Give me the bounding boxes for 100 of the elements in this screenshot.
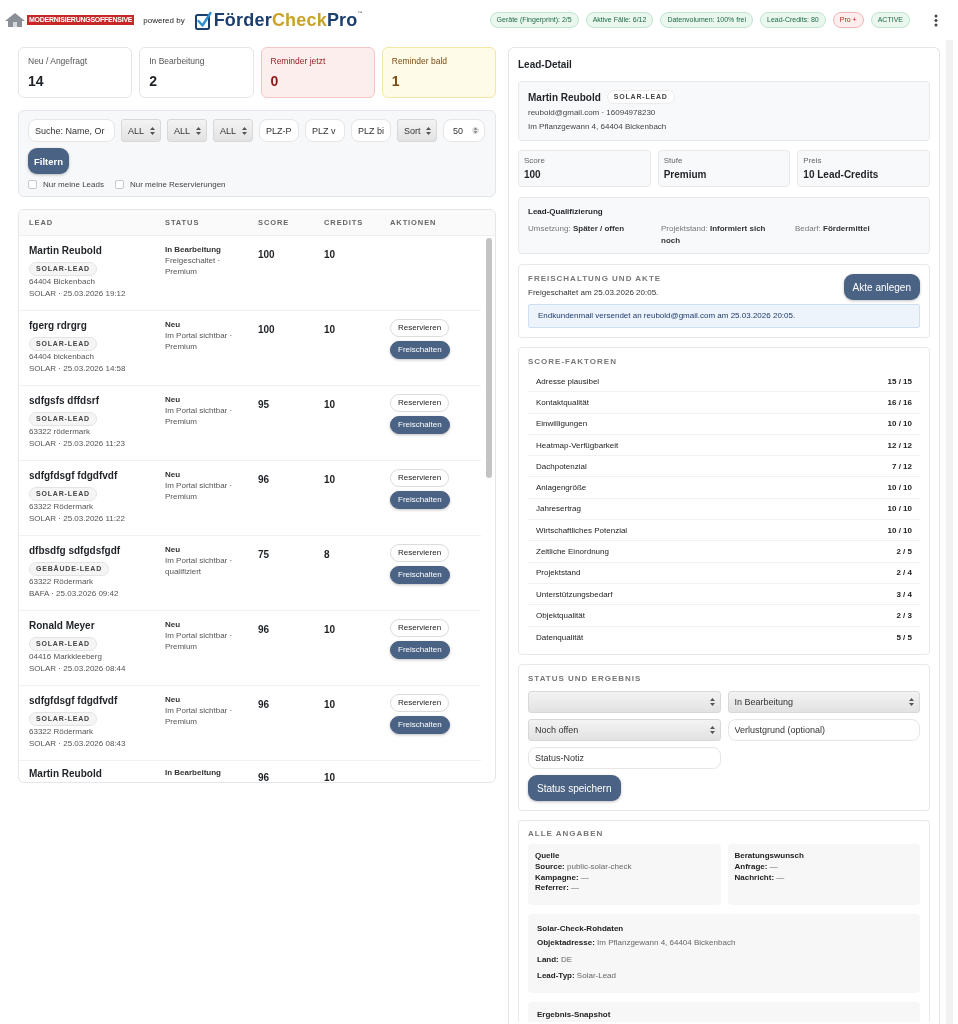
page-size-field[interactable]: 50	[443, 119, 485, 142]
select-arrows-icon	[196, 126, 201, 135]
status-detail: Im Portal sichtbar · Premium	[165, 630, 234, 652]
factor-label: Jahresertrag	[536, 504, 581, 514]
reserve-button[interactable]: Reservieren	[390, 394, 450, 412]
status-select[interactable]: In Bearbeitung	[727, 691, 920, 713]
qualification-item: Bedarf: Fördermittel	[795, 223, 871, 235]
status-detail: Im Portal sichtbar · Premium	[165, 480, 234, 502]
lead-status: In Bearbeitung	[165, 244, 222, 255]
lead-credits: 10	[324, 399, 336, 410]
section-heading: ALLE ANGABEN	[528, 828, 605, 839]
more-menu-icon[interactable]	[934, 13, 938, 27]
filter-select[interactable]: Sort	[397, 119, 437, 142]
metric-value: 100	[524, 168, 542, 182]
factor-label: Datenqualität	[536, 632, 584, 642]
stat-label: In Bearbeitung	[149, 56, 206, 67]
scrollbar-thumb[interactable]	[486, 238, 492, 478]
status-detail: Im Portal sichtbar · Premium	[165, 705, 234, 727]
factor-label: Adresse plausibel	[536, 376, 600, 386]
checkbox-label: Nur meine Leads	[43, 180, 104, 189]
group-title: Quelle	[535, 850, 561, 862]
lead-status: Neu	[165, 394, 182, 405]
reserve-button[interactable]: Reservieren	[390, 544, 450, 562]
select-arrows-icon	[709, 726, 715, 734]
lead-score: 96	[258, 624, 270, 635]
status-detail: Im Portal sichtbar · Premium	[165, 330, 234, 352]
unlock-button[interactable]: Freischalten	[390, 491, 450, 509]
factor-label: Heatmap-Verfügbarkeit	[536, 440, 619, 450]
lead-credits: 10	[324, 249, 336, 260]
lead-score: 96	[258, 772, 270, 782]
stat-label: Neu / Angefragt	[28, 56, 89, 67]
panel-title: Lead-Detail	[518, 58, 573, 71]
stat-label: Reminder bald	[391, 56, 449, 67]
checkbox[interactable]	[114, 180, 124, 189]
powered-by-text: powered by	[143, 15, 185, 25]
reserve-button[interactable]: Reservieren	[390, 619, 450, 637]
factor-value: 10 / 10	[887, 525, 912, 535]
postcode-field[interactable]: PLZ v	[305, 119, 345, 142]
lead-credits: 10	[324, 772, 336, 782]
unlock-button[interactable]: Freischalten	[390, 341, 450, 359]
filter-button[interactable]: Filtern	[28, 148, 70, 174]
info-line: Objektadresse: Im Pflanzgewann 4, 64404 Bickenbach	[537, 937, 737, 949]
factor-value: 7 / 12	[892, 461, 912, 471]
factor-value: 10 / 10	[887, 504, 912, 514]
info-line: Anfrage: —	[734, 862, 779, 873]
logo-wordmark: FörderCheckPro$^{™}$	[213, 9, 363, 31]
select-arrows-icon	[709, 698, 715, 706]
lead-status: Neu	[165, 469, 182, 480]
status-select[interactable]: Noch offen	[528, 719, 721, 741]
info-line: Kampagne: —	[535, 872, 590, 883]
filter-select[interactable]: ALL	[121, 119, 161, 142]
create-file-button[interactable]: Akte anlegen	[843, 274, 920, 300]
info-line: Land: DE	[537, 953, 574, 966]
stat-value: 0	[270, 73, 280, 89]
contact-details: reubold@gmail.com · 16094978230	[528, 107, 657, 119]
status-select[interactable]	[528, 691, 721, 713]
factor-label: Objektqualität	[536, 610, 585, 620]
factor-value: 10 / 10	[887, 483, 912, 493]
reserve-button[interactable]: Reservieren	[390, 469, 450, 487]
postcode-field[interactable]: PLZ bi	[351, 119, 391, 142]
lead-status: In Bearbeitung	[165, 767, 222, 778]
lead-location: 63322 rödermark	[29, 426, 91, 438]
lead-meta: SOLAR · 25.03.2026 08:43	[29, 737, 127, 749]
text-field[interactable]: Verlustgrund (optional)	[727, 719, 920, 741]
lead-location: 64404 bickenbach	[29, 351, 95, 363]
factor-value: 15 / 15	[887, 376, 912, 386]
info-line: Nachricht: —	[734, 872, 786, 883]
factor-label: Kontaktqualität	[536, 397, 589, 407]
reserve-button[interactable]: Reservieren	[390, 694, 450, 712]
unlock-text: Freigeschaltet am 25.03.2026 20:05.	[528, 287, 660, 298]
factor-label: Zeitliche Einordnung	[536, 547, 609, 556]
lead-meta: BAFA · 25.03.2026 09:42	[29, 587, 120, 599]
lead-credits: 10	[324, 324, 336, 335]
lead-name: Martin Reubold	[29, 767, 103, 780]
filter-select[interactable]: ALL	[167, 119, 207, 142]
unlock-button[interactable]: Freischalten	[390, 566, 450, 584]
lead-status: Neu	[165, 319, 182, 330]
factor-value: 10 / 10	[887, 419, 912, 429]
lead-location: 04416 Markkleeberg	[29, 651, 103, 663]
text-field[interactable]: Status-Notiz	[528, 747, 721, 769]
metric-label: Preis	[803, 156, 823, 166]
lead-name: Martin Reubold	[29, 244, 103, 257]
unlock-button[interactable]: Freischalten	[390, 416, 450, 434]
checkbox[interactable]	[28, 180, 37, 189]
unlock-button[interactable]: Freischalten	[390, 716, 450, 734]
search-field[interactable]: Suche: Name, Or	[28, 119, 115, 142]
reserve-button[interactable]: Reservieren	[390, 319, 450, 337]
status-detail: Im Portal sichtbar · Premium	[165, 405, 234, 427]
unlock-button[interactable]: Freischalten	[390, 641, 450, 659]
metric-label: Score	[524, 156, 546, 166]
postcode-field[interactable]: PLZ-P	[259, 119, 299, 142]
factor-label: Dachpotenzial	[536, 461, 587, 471]
lead-name: sdfgfdsgf fdgdfvdf	[29, 694, 119, 707]
filter-select[interactable]: ALL	[213, 119, 253, 142]
lead-credits: 10	[324, 624, 336, 635]
factor-value: 2 / 5	[896, 547, 912, 556]
lead-meta: SOLAR · 25.03.2026 08:44	[29, 662, 127, 674]
factor-value: 2 / 3	[896, 610, 912, 620]
save-status-button[interactable]: Status speichern	[528, 775, 621, 801]
factor-value: 3 / 4	[896, 589, 912, 599]
